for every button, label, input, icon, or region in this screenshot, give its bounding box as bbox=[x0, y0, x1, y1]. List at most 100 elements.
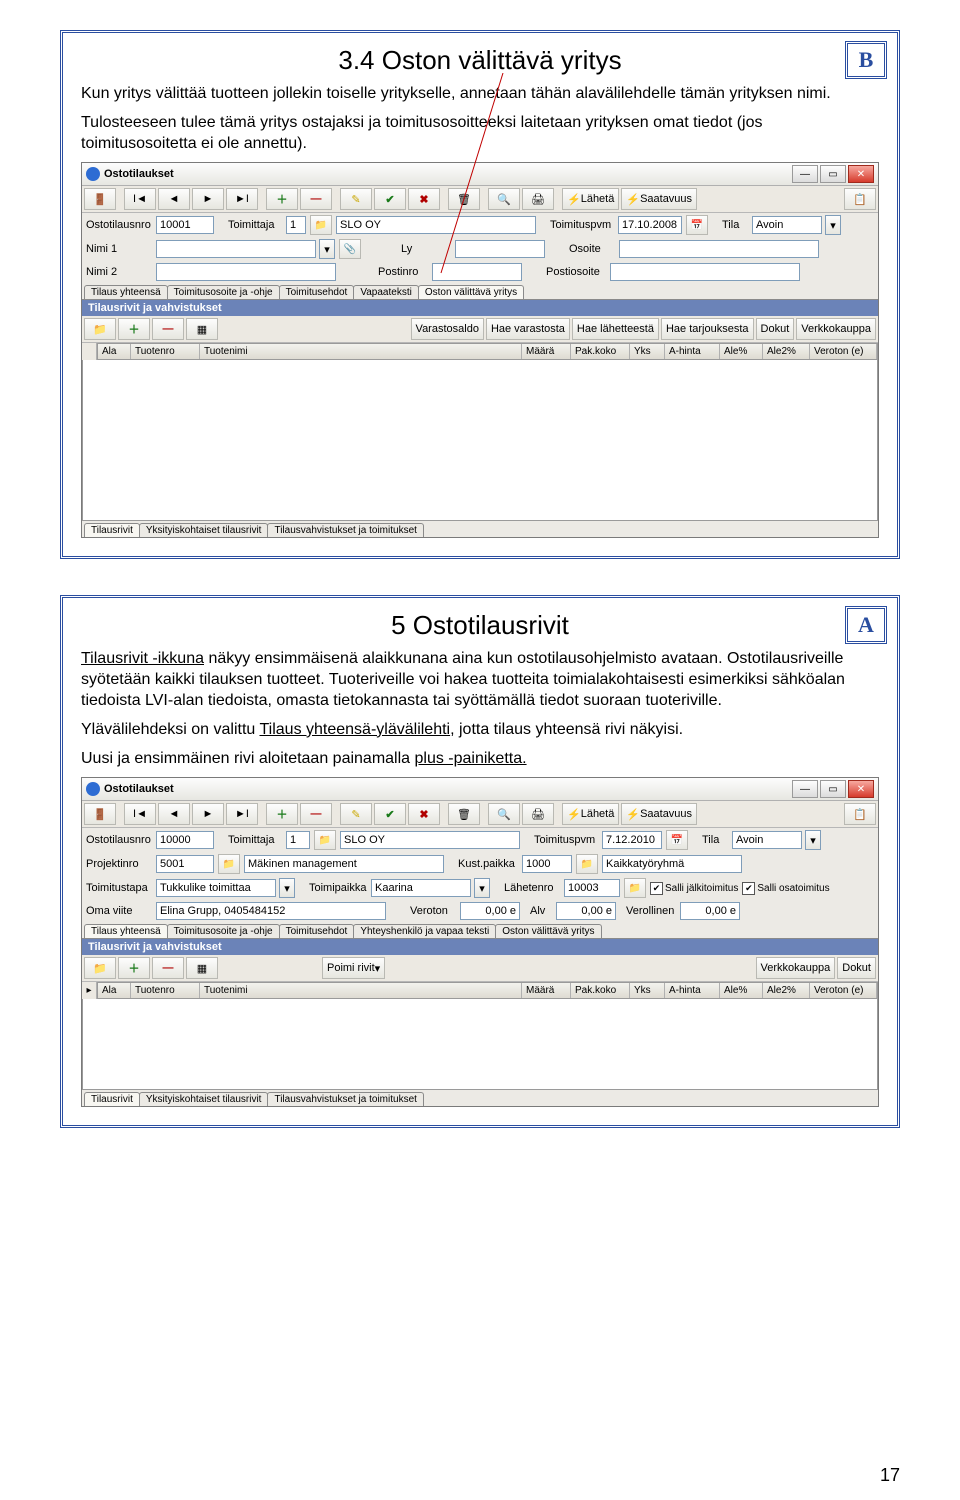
input-toimittaja-id[interactable] bbox=[286, 831, 310, 849]
input-kustpaikka[interactable] bbox=[522, 855, 572, 873]
last-record-button[interactable]: ►I bbox=[226, 803, 258, 825]
btn-hae-lahetteesta[interactable]: Hae lähetteestä bbox=[572, 318, 659, 340]
tab-toimitusosoite[interactable]: Toimitusosoite ja -ohje bbox=[167, 924, 280, 938]
print-icon[interactable]: 🖨 bbox=[522, 803, 554, 825]
maximize-button[interactable]: ▭ bbox=[820, 165, 846, 183]
input-toimituspvm[interactable] bbox=[602, 831, 662, 849]
minimize-button[interactable]: — bbox=[792, 165, 818, 183]
print-icon[interactable]: 🖨 bbox=[522, 188, 554, 210]
tila-dropdown-arrow[interactable]: ▾ bbox=[805, 830, 821, 850]
availability-button[interactable]: ⚡Saatavuus bbox=[621, 803, 697, 825]
tab-tilaus-yht[interactable]: Tilaus yhteensä bbox=[84, 924, 168, 938]
btn-dokut[interactable]: Dokut bbox=[837, 957, 876, 979]
btab-vahvistukset[interactable]: Tilausvahvistukset ja toimitukset bbox=[267, 1092, 423, 1106]
input-toimittaja-name[interactable] bbox=[336, 216, 536, 234]
check-button[interactable]: ✔ bbox=[374, 188, 406, 210]
input-lahetenro[interactable] bbox=[564, 879, 620, 897]
tab-yhteyshenkilo[interactable]: Yhteyshenkilö ja vapaa teksti bbox=[353, 924, 496, 938]
trash-icon[interactable]: 🗑 bbox=[448, 188, 480, 210]
sub-lookup-icon[interactable]: 📁 bbox=[84, 957, 116, 979]
input-toimittaja-id[interactable] bbox=[286, 216, 306, 234]
prev-record-button[interactable]: ◄ bbox=[158, 188, 190, 210]
sub-minus-button[interactable]: — bbox=[152, 318, 184, 340]
col-ala[interactable]: Ala bbox=[98, 344, 131, 359]
col-yks[interactable]: Yks bbox=[630, 344, 665, 359]
toimipaikka-dropdown[interactable]: ▾ bbox=[474, 878, 490, 898]
col-tuotenimi[interactable]: Tuotenimi bbox=[200, 983, 522, 998]
tab-toimitusehdot[interactable]: Toimitusehdot bbox=[279, 285, 355, 299]
input-nimi1[interactable] bbox=[156, 240, 316, 258]
sub-grid-icon[interactable]: ▦ bbox=[186, 957, 218, 979]
tab-toimitusehdot[interactable]: Toimitusehdot bbox=[279, 924, 355, 938]
maximize-button[interactable]: ▭ bbox=[820, 780, 846, 798]
trash-icon[interactable]: 🗑 bbox=[448, 803, 480, 825]
input-ly[interactable] bbox=[455, 240, 545, 258]
send-button[interactable]: ⚡Lähetä bbox=[562, 803, 619, 825]
btab-yksityiskoht[interactable]: Yksityiskohtaiset tilausrivit bbox=[139, 1092, 269, 1106]
tab-toimitusosoite[interactable]: Toimitusosoite ja -ohje bbox=[167, 285, 280, 299]
tab-tilaus-yht[interactable]: Tilaus yhteensä bbox=[84, 285, 168, 299]
input-toimitustapa[interactable] bbox=[156, 879, 276, 897]
exit-icon[interactable]: 🚪 bbox=[84, 188, 116, 210]
lookup-kustpaikka-icon[interactable]: 📁 bbox=[576, 854, 598, 874]
col-veroton[interactable]: Veroton (e) bbox=[810, 983, 877, 998]
col-ahinta[interactable]: A-hinta bbox=[665, 344, 720, 359]
col-maara[interactable]: Määrä bbox=[522, 344, 571, 359]
btab-vahvistukset[interactable]: Tilausvahvistukset ja toimitukset bbox=[267, 523, 423, 537]
col-ahinta[interactable]: A-hinta bbox=[665, 983, 720, 998]
prev-record-button[interactable]: ◄ bbox=[158, 803, 190, 825]
sub-plus-button[interactable]: ＋ bbox=[118, 318, 150, 340]
input-tila[interactable] bbox=[752, 216, 822, 234]
availability-button[interactable]: ⚡Saatavuus bbox=[621, 188, 697, 210]
nimi1-dropdown-arrow[interactable]: ▾ bbox=[319, 239, 335, 259]
col-ale2[interactable]: Ale2% bbox=[763, 344, 810, 359]
btn-dokut[interactable]: Dokut bbox=[756, 318, 795, 340]
input-postiosoite[interactable] bbox=[610, 263, 800, 281]
col-tuotenro[interactable]: Tuotenro bbox=[131, 983, 200, 998]
input-nimi2[interactable] bbox=[156, 263, 336, 281]
col-tuotenimi[interactable]: Tuotenimi bbox=[200, 344, 522, 359]
cancel-button[interactable]: ✖ bbox=[408, 803, 440, 825]
chk-salli-osa[interactable]: ✔Salli osatoimitus bbox=[742, 882, 829, 895]
col-yks[interactable]: Yks bbox=[630, 983, 665, 998]
col-ale2[interactable]: Ale2% bbox=[763, 983, 810, 998]
next-record-button[interactable]: ► bbox=[192, 188, 224, 210]
btn-verkkokauppa[interactable]: Verkkokauppa bbox=[756, 957, 836, 979]
input-postinro[interactable] bbox=[432, 263, 522, 281]
lookup-lahete-icon[interactable]: 📁 bbox=[624, 878, 646, 898]
col-maara[interactable]: Määrä bbox=[522, 983, 571, 998]
minus-button[interactable]: — bbox=[300, 803, 332, 825]
plus-button[interactable]: ＋ bbox=[266, 803, 298, 825]
col-ale[interactable]: Ale% bbox=[720, 344, 763, 359]
btn-poimi-rivit[interactable]: Poimi rivit ▾ bbox=[322, 957, 385, 979]
minimize-button[interactable]: — bbox=[792, 780, 818, 798]
nimi1-lookup-icon[interactable]: 📎 bbox=[339, 239, 361, 259]
copy-icon[interactable]: 📋 bbox=[844, 188, 876, 210]
tila-dropdown-arrow[interactable]: ▾ bbox=[825, 215, 841, 235]
lookup-toimittaja-icon[interactable]: 📁 bbox=[310, 215, 332, 235]
lookup-projekti-icon[interactable]: 📁 bbox=[218, 854, 240, 874]
input-ostotilausnro[interactable] bbox=[156, 831, 214, 849]
sub-plus-button[interactable]: ＋ bbox=[118, 957, 150, 979]
grid-body[interactable] bbox=[82, 999, 878, 1090]
last-record-button[interactable]: ►I bbox=[226, 188, 258, 210]
close-button[interactable]: ✕ bbox=[848, 165, 874, 183]
chk-salli-jalki[interactable]: ✔Salli jälkitoimitus bbox=[650, 882, 738, 895]
col-pakkoko[interactable]: Pak.koko bbox=[571, 983, 630, 998]
lookup-toimittaja-icon[interactable]: 📁 bbox=[314, 830, 336, 850]
input-tila[interactable] bbox=[732, 831, 802, 849]
tab-oston-valittava[interactable]: Oston välittävä yritys bbox=[418, 285, 524, 299]
input-toimittaja-name[interactable] bbox=[340, 831, 520, 849]
btn-verkkokauppa[interactable]: Verkkokauppa bbox=[796, 318, 876, 340]
first-record-button[interactable]: I◄ bbox=[124, 803, 156, 825]
tab-vapaateksti[interactable]: Vapaateksti bbox=[353, 285, 419, 299]
copy-icon[interactable]: 📋 bbox=[844, 803, 876, 825]
grid-body[interactable] bbox=[82, 360, 878, 521]
calendar-icon[interactable]: 📅 bbox=[686, 215, 708, 235]
search-icon[interactable]: 🔍 bbox=[488, 803, 520, 825]
sub-lookup-icon[interactable]: 📁 bbox=[84, 318, 116, 340]
send-button[interactable]: ⚡Lähetä bbox=[562, 188, 619, 210]
first-record-button[interactable]: I◄ bbox=[124, 188, 156, 210]
btn-varastosaldo[interactable]: Varastosaldo bbox=[411, 318, 484, 340]
input-toimituspvm[interactable] bbox=[618, 216, 682, 234]
